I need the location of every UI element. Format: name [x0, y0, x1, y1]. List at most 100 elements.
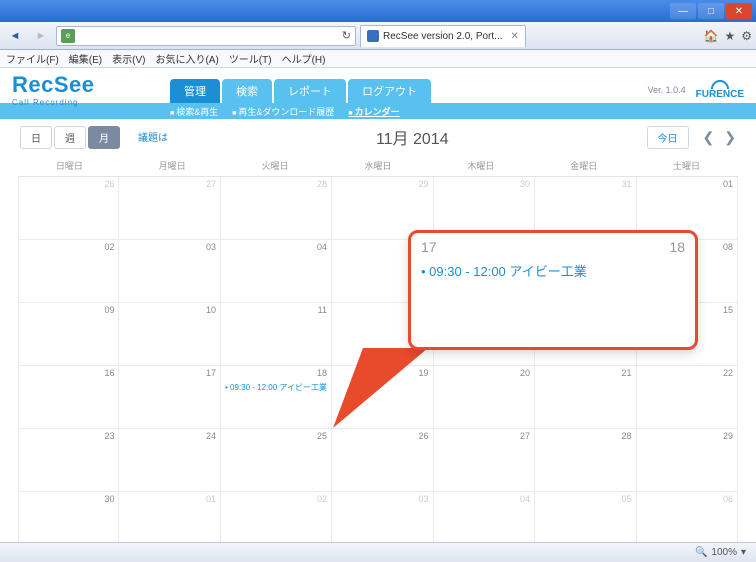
browser-tab[interactable]: RecSee version 2.0, Port... ✕ [360, 25, 526, 47]
calendar-cell[interactable]: 27 [434, 429, 536, 492]
subtab-search-play[interactable]: 検索&再生 [170, 105, 218, 118]
calendar-cell[interactable]: 23 [18, 429, 119, 492]
menu-view[interactable]: 表示(V) [112, 51, 145, 66]
day-number: 03 [418, 494, 428, 504]
day-number: 10 [206, 305, 216, 315]
menu-favorites[interactable]: お気に入り(A) [155, 51, 218, 66]
calendar-cell[interactable]: 09 [18, 303, 119, 366]
day-number: 22 [723, 368, 733, 378]
menu-file[interactable]: ファイル(F) [6, 51, 59, 66]
calendar-cell[interactable]: 19 [332, 366, 434, 429]
day-number: 17 [206, 368, 216, 378]
day-number: 26 [104, 179, 114, 189]
refresh-icon[interactable]: ↻ [342, 29, 351, 42]
calendar-cell[interactable]: 17 [119, 366, 221, 429]
calendar-cell[interactable]: 26 [332, 429, 434, 492]
day-number: 30 [520, 179, 530, 189]
close-button[interactable]: ✕ [726, 3, 752, 19]
callout-day-left: 17 [421, 239, 437, 255]
tab-search[interactable]: 検索 [222, 79, 272, 103]
calendar-event[interactable]: 09:30 - 12:00 アイビー工業 [225, 382, 327, 393]
day-header-sun: 日曜日 [18, 155, 121, 177]
tab-close-icon[interactable]: ✕ [511, 31, 519, 42]
day-header-wed: 水曜日 [327, 155, 430, 177]
status-bar: 🔍 100% ▾ [0, 542, 756, 562]
calendar-cell[interactable]: 18 09:30 - 12:00 アイビー工業 [221, 366, 332, 429]
calendar-cell[interactable]: 25 [221, 429, 332, 492]
day-number: 03 [206, 242, 216, 252]
calendar-cell[interactable]: 04 [221, 240, 332, 303]
zoom-icon: 🔍 [695, 547, 707, 558]
callout-event: 09:30 - 12:00 アイビー工業 [421, 261, 685, 280]
maximize-button[interactable]: □ [698, 3, 724, 19]
calendar-day-header: 日曜日 月曜日 火曜日 水曜日 木曜日 金曜日 土曜日 [18, 155, 738, 177]
vendor-logo: FURENCE [696, 79, 744, 100]
page-content: RecSee Call Recording Ver. 1.0.4 FURENCE… [0, 68, 756, 542]
menu-edit[interactable]: 編集(E) [69, 51, 102, 66]
gear-icon[interactable]: ⚙ [741, 29, 752, 43]
calendar-toolbar: 日 週 月 議題は 11月 2014 今日 ❮ ❯ [0, 119, 756, 155]
zoom-dropdown-icon[interactable]: ▾ [741, 547, 746, 558]
logo-tagline: Call Recording [12, 98, 95, 107]
day-number: 18 [317, 368, 327, 378]
calendar-cell[interactable]: 20 [434, 366, 536, 429]
calendar-cell[interactable]: 28 [535, 429, 637, 492]
day-number: 11 [318, 305, 327, 315]
today-button[interactable]: 今日 [647, 126, 689, 149]
calendar-cell[interactable]: 21 [535, 366, 637, 429]
calendar-cell[interactable]: 29 [637, 429, 739, 492]
tab-admin[interactable]: 管理 [170, 79, 220, 103]
home-icon[interactable]: 🏠 [704, 29, 719, 43]
day-header-tue: 火曜日 [224, 155, 327, 177]
subtab-calendar[interactable]: カレンダー [348, 105, 399, 118]
zoom-control[interactable]: 🔍 100% ▾ [695, 547, 746, 558]
calendar-cell[interactable]: 03 [119, 240, 221, 303]
tab-title: RecSee version 2.0, Port... [383, 31, 503, 42]
calendar-cell[interactable]: 26 [18, 177, 119, 240]
logo: RecSee Call Recording [12, 72, 95, 107]
day-number: 27 [520, 431, 530, 441]
day-number: 04 [317, 242, 327, 252]
next-month-icon[interactable]: ❯ [724, 129, 736, 146]
day-number: 27 [206, 179, 216, 189]
calendar-cell[interactable]: 22 [637, 366, 739, 429]
minimize-button[interactable]: — [670, 3, 696, 19]
calendar-cell[interactable]: 16 [18, 366, 119, 429]
calendar-cell[interactable]: 10 [119, 303, 221, 366]
day-number: 19 [418, 368, 428, 378]
address-bar[interactable]: e ↻ [56, 26, 356, 46]
calendar-cell[interactable]: 27 [119, 177, 221, 240]
calendar-cell[interactable]: 11 [221, 303, 332, 366]
calendar-cell[interactable]: 28 [221, 177, 332, 240]
view-week-button[interactable]: 週 [54, 126, 86, 149]
forward-button[interactable]: ► [30, 25, 52, 47]
calendar-title: 11月 2014 [178, 125, 647, 149]
day-number: 28 [621, 431, 631, 441]
day-number: 06 [723, 494, 733, 504]
day-number: 20 [520, 368, 530, 378]
day-number: 25 [317, 431, 327, 441]
tab-report[interactable]: レポート [274, 79, 346, 103]
view-agenda-button[interactable]: 議題は [128, 126, 178, 149]
day-number: 16 [104, 368, 114, 378]
star-icon[interactable]: ★ [724, 29, 735, 43]
view-month-button[interactable]: 月 [88, 126, 120, 149]
day-number: 26 [418, 431, 428, 441]
calendar-cell[interactable]: 24 [119, 429, 221, 492]
prev-month-icon[interactable]: ❮ [703, 129, 715, 146]
day-number: 05 [621, 494, 631, 504]
menu-tools[interactable]: ツール(T) [229, 51, 272, 66]
tab-favicon-icon [367, 30, 379, 42]
calendar-cell[interactable]: 02 [18, 240, 119, 303]
menu-help[interactable]: ヘルプ(H) [282, 51, 326, 66]
view-day-button[interactable]: 日 [20, 126, 52, 149]
subtab-dl-history[interactable]: 再生&ダウンロード履歴 [232, 105, 334, 118]
day-number: 09 [104, 305, 114, 315]
back-button[interactable]: ◄ [4, 25, 26, 47]
day-number: 15 [723, 305, 733, 315]
tab-logout[interactable]: ログアウト [348, 79, 431, 103]
event-callout: 17 18 09:30 - 12:00 アイビー工業 [408, 230, 698, 350]
day-header-thu: 木曜日 [429, 155, 532, 177]
day-number: 08 [723, 242, 733, 252]
day-number: 31 [621, 179, 631, 189]
